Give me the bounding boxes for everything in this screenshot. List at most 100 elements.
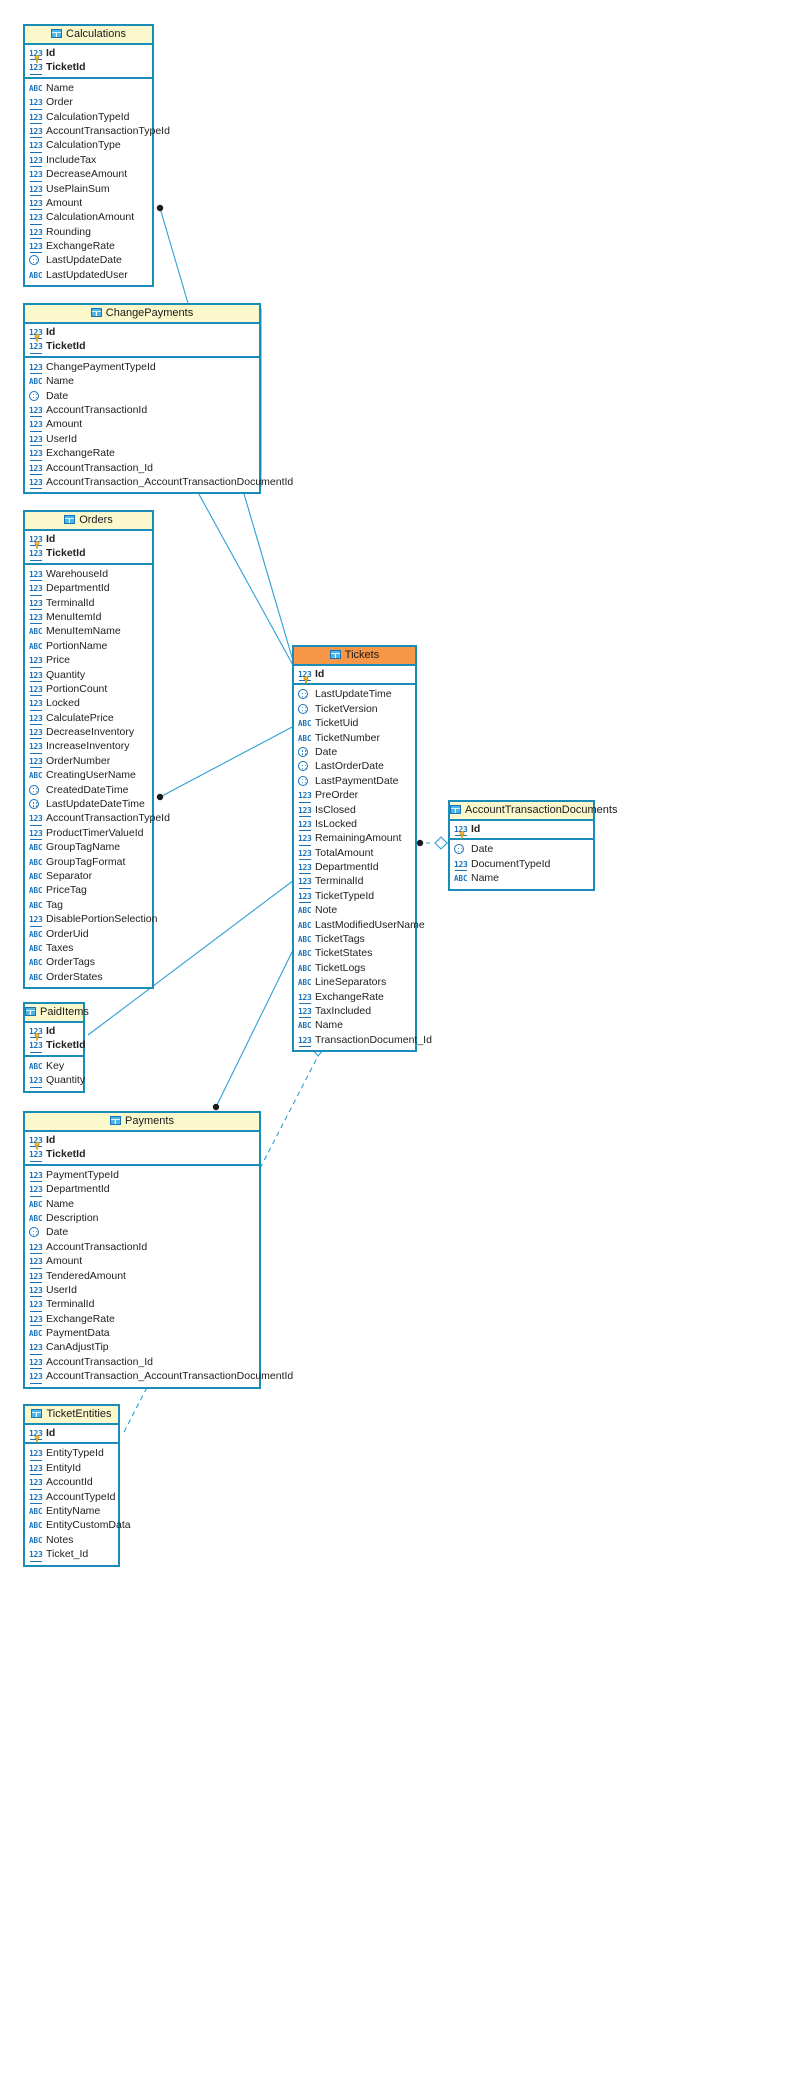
- column-row[interactable]: 123 TaxIncluded: [294, 1004, 415, 1019]
- key-column-row[interactable]: 123 TicketId: [25, 1038, 86, 1054]
- column-row[interactable]: 123 Order: [25, 95, 152, 110]
- column-row[interactable]: LastUpdateTime: [294, 687, 415, 701]
- column-row[interactable]: 123 PreOrder: [294, 788, 415, 803]
- table-header[interactable]: AccountTransactionDocuments: [450, 802, 617, 821]
- column-row[interactable]: ABC PaymentData: [25, 1326, 259, 1340]
- column-row[interactable]: Date: [25, 389, 259, 403]
- column-row[interactable]: 123 AccountTransactionTypeId: [25, 811, 170, 827]
- column-row[interactable]: 123 OrderNumber: [25, 754, 152, 769]
- column-row[interactable]: 123 DepartmentId: [25, 1182, 259, 1197]
- column-row[interactable]: LastUpdateDate: [25, 253, 152, 267]
- column-row[interactable]: 123 CalculationType: [25, 138, 152, 154]
- column-row[interactable]: 123 TenderedAmount: [25, 1269, 259, 1284]
- column-row[interactable]: 123 Price: [25, 653, 152, 668]
- column-row[interactable]: 123 ExchangeRate: [294, 990, 415, 1005]
- table-header[interactable]: PaidItems: [25, 1004, 89, 1023]
- column-row[interactable]: 123 ExchangeRate: [25, 1312, 259, 1327]
- column-row[interactable]: 123 ExchangeRate: [25, 239, 152, 254]
- column-row[interactable]: Date: [294, 745, 415, 759]
- column-row[interactable]: 123 TotalAmount: [294, 846, 415, 861]
- column-row[interactable]: 123 DepartmentId: [25, 581, 152, 596]
- table-payments[interactable]: Payments 123 Id 123 TicketId 123 PaymentTypeId…: [23, 1111, 293, 1389]
- column-row[interactable]: 123 AccountTransactionId: [25, 403, 259, 418]
- column-row[interactable]: 123 Ticket_Id: [25, 1547, 118, 1562]
- key-column-row[interactable]: 123 TicketId: [25, 339, 259, 355]
- column-row[interactable]: 123 Amount: [25, 196, 152, 211]
- column-row[interactable]: 123 TerminalId: [25, 596, 152, 611]
- column-row[interactable]: ABC EntityName: [25, 1504, 118, 1518]
- column-row[interactable]: ABC PortionName: [25, 639, 152, 653]
- column-row[interactable]: ABC Name: [25, 1197, 259, 1211]
- column-row[interactable]: 123 TicketTypeId: [294, 889, 415, 904]
- column-row[interactable]: ABC Name: [25, 81, 152, 95]
- column-row[interactable]: 123 Rounding: [25, 225, 152, 240]
- column-row[interactable]: 123 DocumentTypeId: [450, 857, 593, 872]
- column-row[interactable]: 123 TerminalId: [25, 1297, 259, 1313]
- table-paiditems[interactable]: PaidItems 123 Id 123 TicketId ABC Key 123 Quanti…: [23, 1002, 89, 1093]
- column-row[interactable]: ABC Description: [25, 1211, 259, 1225]
- key-column-row[interactable]: 123 TicketId: [25, 546, 152, 562]
- table-changepayments[interactable]: ChangePayments 123 Id 123 TicketId 123 ChangeP…: [23, 303, 293, 495]
- column-row[interactable]: CreatedDateTime: [25, 783, 152, 797]
- column-row[interactable]: 123 DecreaseAmount: [25, 167, 152, 182]
- column-row[interactable]: ABC CreatingUserName: [25, 768, 152, 782]
- column-row[interactable]: 123 UserId: [25, 1283, 259, 1298]
- column-row[interactable]: ABC OrderUid: [25, 927, 152, 941]
- column-row[interactable]: ABC TicketStates: [294, 946, 415, 960]
- column-row[interactable]: 123 CanAdjustTip: [25, 1340, 259, 1356]
- column-row[interactable]: 123 PaymentTypeId: [25, 1168, 259, 1183]
- column-row[interactable]: 123 DisablePortionSelection: [25, 912, 157, 927]
- column-row[interactable]: 123 AccountTransaction_AccountTransaction…: [25, 475, 293, 490]
- table-calculations[interactable]: Calculations 123 Id 123 TicketId ABC Name 123 Or…: [23, 24, 170, 288]
- column-row[interactable]: ABC Name: [294, 1018, 415, 1032]
- table-header[interactable]: Calculations: [25, 26, 152, 45]
- column-row[interactable]: 123 TransactionDocument_Id: [294, 1033, 432, 1048]
- column-row[interactable]: 123 AccountId: [25, 1475, 118, 1490]
- column-row[interactable]: 123 AccountTypeId: [25, 1490, 118, 1505]
- column-row[interactable]: 123 IsClosed: [294, 803, 415, 818]
- column-row[interactable]: 123 IncludeTax: [25, 153, 152, 168]
- key-column-row[interactable]: 123 TicketId: [25, 60, 152, 76]
- column-row[interactable]: 123 IsLocked: [294, 817, 415, 832]
- column-row[interactable]: LastPaymentDate: [294, 774, 415, 788]
- table-accounttransactiondocuments[interactable]: AccountTransactionDocuments 123 Id Date 123 D…: [448, 800, 617, 891]
- column-row[interactable]: 123 MenuItemId: [25, 610, 152, 625]
- column-row[interactable]: ABC Name: [25, 374, 259, 388]
- column-row[interactable]: ABC MenuItemName: [25, 624, 152, 638]
- table-header[interactable]: Orders: [25, 512, 152, 531]
- column-row[interactable]: 123 DepartmentId: [294, 860, 415, 875]
- column-row[interactable]: 123 RemainingAmount: [294, 831, 415, 847]
- column-row[interactable]: 123 AccountTransactionId: [25, 1240, 259, 1255]
- key-column-row[interactable]: 123 Id: [25, 325, 259, 342]
- column-row[interactable]: ABC LastModifiedUserName: [294, 918, 425, 932]
- column-row[interactable]: 123 PortionCount: [25, 682, 152, 697]
- key-column-row[interactable]: 123 Id: [25, 532, 152, 549]
- table-header[interactable]: Payments: [25, 1113, 259, 1132]
- column-row[interactable]: 123 TerminalId: [294, 874, 415, 890]
- column-row[interactable]: ABC GroupTagFormat: [25, 855, 152, 869]
- table-header[interactable]: TicketEntities: [25, 1406, 118, 1425]
- column-row[interactable]: ABC OrderStates: [25, 970, 152, 984]
- column-row[interactable]: ABC OrderTags: [25, 955, 152, 969]
- column-row[interactable]: ABC Tag: [25, 898, 152, 912]
- table-tickets[interactable]: Tickets 123 Id LastUpdateTime TicketVersion A…: [292, 645, 432, 1053]
- column-row[interactable]: 123 WarehouseId: [25, 567, 152, 582]
- column-row[interactable]: ABC Name: [450, 871, 593, 885]
- key-column-row[interactable]: 123 Id: [294, 667, 415, 684]
- column-row[interactable]: 123 EntityId: [25, 1461, 118, 1476]
- column-row[interactable]: 123 IncreaseInventory: [25, 739, 152, 755]
- table-header[interactable]: Tickets: [294, 647, 415, 666]
- column-row[interactable]: 123 AccountTransaction_AccountTransaction…: [25, 1369, 293, 1385]
- key-column-row[interactable]: 123 Id: [450, 822, 593, 839]
- column-row[interactable]: ABC Separator: [25, 869, 152, 883]
- column-row[interactable]: 123 ChangePaymentTypeId: [25, 360, 259, 375]
- column-row[interactable]: 123 UsePlainSum: [25, 182, 152, 197]
- column-row[interactable]: 123 EntityTypeId: [25, 1446, 118, 1462]
- column-row[interactable]: ABC LineSeparators: [294, 975, 415, 989]
- column-row[interactable]: 123 ProductTimerValueId: [25, 826, 152, 841]
- column-row[interactable]: ABC PriceTag: [25, 883, 152, 897]
- column-row[interactable]: ABC Notes: [25, 1533, 118, 1547]
- column-row[interactable]: ABC GroupTagName: [25, 840, 152, 854]
- table-orders[interactable]: Orders 123 Id 123 TicketId 123 WarehouseId 123 D…: [23, 510, 170, 990]
- column-row[interactable]: ABC Taxes: [25, 941, 152, 955]
